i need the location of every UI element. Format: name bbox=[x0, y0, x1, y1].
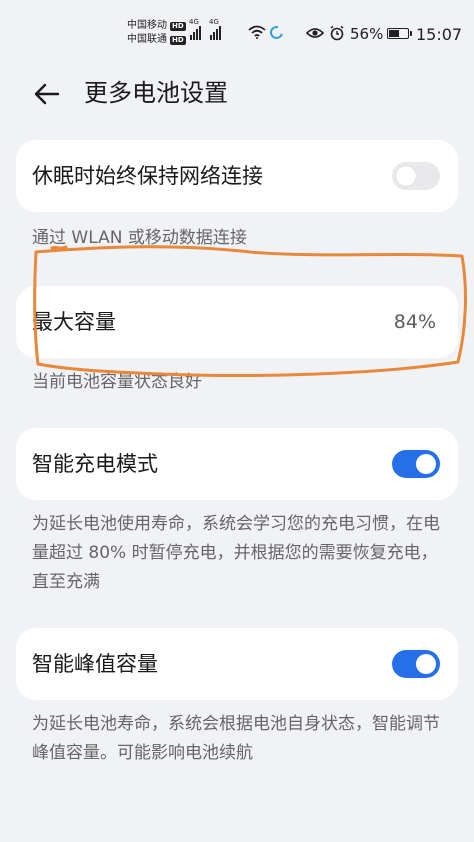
clock: 15:07 bbox=[416, 25, 463, 44]
carrier-1-name: 中国移动 bbox=[127, 20, 167, 31]
maximum-capacity-description: 当前电池容量状态良好 bbox=[32, 372, 202, 392]
carrier-info: 中国移动 HD 中国联通 HD bbox=[127, 19, 186, 47]
carrier-2-name: 中国联通 bbox=[127, 34, 167, 45]
arrow-left-icon bbox=[34, 83, 60, 105]
battery-fill bbox=[389, 30, 399, 37]
maximum-capacity-label: 最大容量 bbox=[32, 310, 116, 334]
status-bar: 中国移动 HD 中国联通 HD 4G 4G 56% 15:07 bbox=[0, 0, 474, 68]
moon-icon bbox=[267, 23, 286, 42]
signal-icons: 4G 4G bbox=[189, 18, 221, 40]
battery-percentage: 56% bbox=[350, 25, 384, 43]
keep-network-connected-label: 休眠时始终保持网络连接 bbox=[32, 164, 263, 188]
smart-charging-toggle[interactable] bbox=[392, 450, 440, 478]
maximum-capacity-row: 最大容量 84% bbox=[16, 286, 458, 358]
hd-badge-2: HD bbox=[170, 35, 186, 45]
hd-badge-1: HD bbox=[170, 21, 186, 31]
page-title: 更多电池设置 bbox=[84, 79, 228, 107]
keep-network-connected-description: 通过 WLAN 或移动数据连接 bbox=[32, 228, 247, 248]
smart-charging-description: 为延长电池使用寿命，系统会学习您的充电习惯，在电量超过 80% 时暂停充电，并根… bbox=[32, 514, 440, 592]
smart-peak-capacity-label: 智能峰值容量 bbox=[32, 652, 158, 676]
wifi-icon bbox=[248, 25, 266, 39]
smart-peak-capacity-toggle[interactable] bbox=[392, 650, 440, 678]
smart-peak-capacity-description: 为延长电池寿命，系统会根据电池自身状态，智能调节峰值容量。可能影响电池续航 bbox=[32, 714, 440, 763]
back-button[interactable] bbox=[26, 74, 66, 114]
alarm-icon bbox=[330, 25, 344, 41]
smart-peak-capacity-row[interactable]: 智能峰值容量 bbox=[16, 628, 458, 700]
maximum-capacity-value: 84% bbox=[393, 311, 436, 333]
signal-icon: 4G bbox=[189, 18, 201, 40]
smart-charging-row[interactable]: 智能充电模式 bbox=[16, 428, 458, 500]
smart-charging-label: 智能充电模式 bbox=[32, 452, 158, 476]
eye-icon bbox=[306, 28, 324, 38]
keep-network-connected-row[interactable]: 休眠时始终保持网络连接 bbox=[16, 140, 458, 212]
battery-icon bbox=[387, 28, 412, 39]
keep-network-connected-toggle[interactable] bbox=[392, 162, 440, 190]
signal-icon: 4G bbox=[209, 18, 221, 40]
